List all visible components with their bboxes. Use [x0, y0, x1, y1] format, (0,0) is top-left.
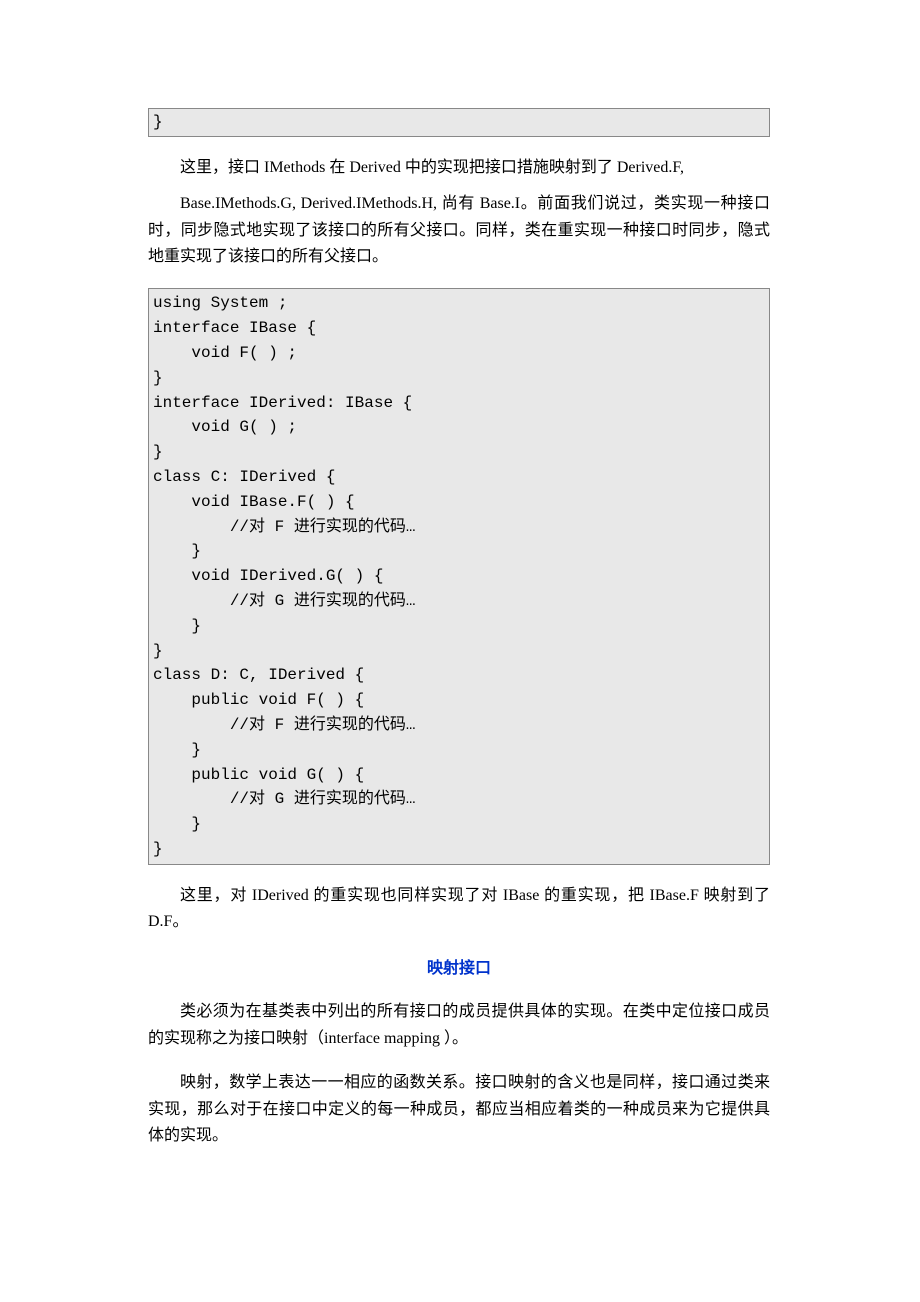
document-page: } 这里，接口 IMethods 在 Derived 中的实现把接口措施映射到了…: [0, 0, 920, 1302]
paragraph-5: 映射，数学上表达一一相应的函数关系。接口映射的含义也是同样，接口通过类来实现，那…: [148, 1070, 770, 1149]
paragraph-4: 类必须为在基类表中列出的所有接口的成员提供具体的实现。在类中定位接口成员的实现称…: [148, 999, 770, 1052]
heading-mapping-interface: 映射接口: [148, 957, 770, 981]
paragraph-2: Base.IMethods.G, Derived.IMethods.H, 尚有 …: [148, 191, 770, 270]
paragraph-3: 这里，对 IDerived 的重实现也同样实现了对 IBase 的重实现，把 I…: [148, 883, 770, 936]
code-block-1: }: [148, 108, 770, 137]
code-block-2: using System ; interface IBase { void F(…: [148, 288, 770, 864]
paragraph-1: 这里，接口 IMethods 在 Derived 中的实现把接口措施映射到了 D…: [148, 155, 770, 181]
